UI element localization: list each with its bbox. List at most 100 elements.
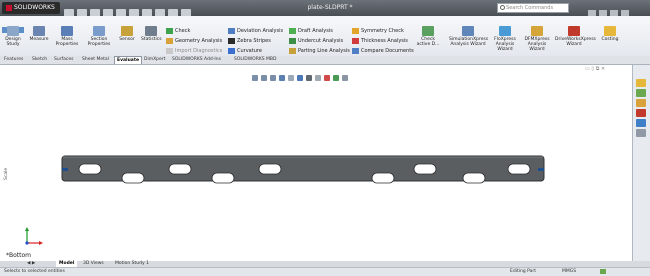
view-settings-icon[interactable] [342,75,348,81]
hide-show-items-icon[interactable] [315,75,321,81]
tab-features[interactable]: Features [2,56,25,64]
rebuild-status-icon [600,269,606,274]
deviation-analysis-button[interactable]: Deviation Analysis [228,27,283,35]
symmetry-check-icon [352,27,359,34]
thickness-analysis-button[interactable]: Thickness Analysis [352,37,408,45]
slot-hole[interactable] [371,172,395,184]
check-icon [166,27,173,34]
dfmxpress-button[interactable]: DFMXpress Analysis Wizard [522,26,552,52]
slot-hole[interactable] [413,163,437,175]
curvature-icon [228,47,235,54]
undercut-analysis-button[interactable]: Undercut Analysis [289,37,343,45]
symmetry-check-button[interactable]: Symmetry Check [352,27,404,35]
driveworksxpress-button[interactable]: DriveWorksXpress Wizard [555,26,596,47]
viewport-tile-icon[interactable]: ▯ [591,66,594,72]
previous-view-icon[interactable] [270,75,276,81]
driveworks-icon [568,26,580,36]
tab-evaluate[interactable]: Evaluate [114,56,143,64]
compare-documents-button[interactable]: Compare Documents [352,47,414,55]
zebra-stripes-icon [228,37,235,44]
import-diagnostics-icon [166,47,173,54]
tab-dimxpert[interactable]: DimXpert [142,56,167,64]
tab-solidworks-mbd[interactable]: SOLIDWORKS MBD [232,56,279,64]
file-explorer-icon[interactable] [636,99,646,107]
tab-surfaces[interactable]: Surfaces [52,56,76,64]
import-diagnostics-button[interactable]: Import Diagnostics [166,47,222,55]
graphics-area[interactable]: *Bottom [0,65,632,261]
dfmxpress-icon [531,26,543,36]
display-style-icon[interactable] [306,75,312,81]
costing-button[interactable]: Costing [597,26,623,42]
check-active-document-button[interactable]: Check active D... [415,26,441,47]
quick-access-toolbar [64,3,234,18]
statistics-icon [145,26,157,36]
simulation-icon [462,26,474,36]
design-study-icon [7,26,19,36]
check-button[interactable]: Check [166,27,190,35]
simulationxpress-button[interactable]: SimulationXpress Analysis Wizard [449,26,488,47]
window-controls [585,3,647,18]
geometry-analysis-button[interactable]: Geometry Analysis [166,37,222,45]
slot-hole[interactable] [78,163,102,175]
section-properties-icon [93,26,105,36]
statistics-button[interactable]: Statistics [141,26,162,42]
parting-line-analysis-icon [289,47,296,54]
view-orientation-label: *Bottom [6,252,31,259]
edit-appearance-icon[interactable] [324,75,330,81]
slot-hole[interactable] [507,163,531,175]
compare-documents-icon [352,47,359,54]
appearances-icon[interactable] [636,119,646,127]
viewport-minimize-icon[interactable]: ▭ [585,66,590,72]
dynamic-annotation-icon[interactable] [288,75,294,81]
slot-hole[interactable] [211,172,235,184]
slot-hole[interactable] [462,172,486,184]
view-orientation-icon[interactable] [297,75,303,81]
app-name: SOLIDWORKS [14,4,55,11]
zebra-stripes-button[interactable]: Zebra Stripes [228,37,271,45]
sensor-icon [121,26,133,36]
floxpress-button[interactable]: FloXpress Analysis Wizard [491,26,519,52]
ds-logo-icon [6,4,12,11]
viewport-side-label: Scale [4,167,9,180]
zoom-to-fit-icon[interactable] [252,75,258,81]
part-view: *Bottom [6,155,545,259]
section-properties-button[interactable]: Section Properties [87,26,111,47]
command-manager-tabs: Features Sketch Surfaces Sheet Metal Eva… [0,56,650,65]
apply-scene-icon[interactable] [333,75,339,81]
sensor-button[interactable]: Sensor [117,26,137,42]
search-commands-input[interactable]: Search Commands [497,3,569,13]
design-study-button[interactable]: Design Study [2,26,24,47]
measure-icon [33,26,45,36]
draft-analysis-button[interactable]: Draft Analysis [289,27,333,35]
section-view-icon[interactable] [279,75,285,81]
document-title: plate-SLDPRT * [307,4,353,11]
parting-line-analysis-button[interactable]: Parting Line Analysis [289,47,350,55]
mass-properties-button[interactable]: Mass Properties [55,26,79,47]
tab-sketch[interactable]: Sketch [30,56,49,64]
zoom-area-icon[interactable] [261,75,267,81]
solidworks-resources-icon[interactable] [636,79,646,87]
curvature-button[interactable]: Curvature [228,47,262,55]
viewport-restore-icon[interactable]: ⧉ [596,66,600,72]
measure-button[interactable]: Measure [28,26,50,42]
plate-left-marker [62,168,68,171]
tab-sheet-metal[interactable]: Sheet Metal [80,56,111,64]
floxpress-icon [499,26,511,36]
solidworks-logo[interactable]: SOLIDWORKS [2,2,60,14]
check-active-document-icon [422,26,434,36]
viewport-close-icon[interactable]: ✕ [601,66,605,72]
slot-hole[interactable] [258,163,282,175]
slot-hole[interactable] [168,163,192,175]
thickness-analysis-icon [352,37,359,44]
tab-solidworks-addins[interactable]: SOLIDWORKS Add-Ins [170,56,223,64]
view-palette-icon[interactable] [636,109,646,117]
design-library-icon[interactable] [636,89,646,97]
custom-properties-icon[interactable] [636,129,646,137]
heads-up-view-toolbar [252,66,402,81]
slot-hole[interactable] [121,172,145,184]
deviation-analysis-icon [228,27,235,34]
task-pane [632,65,650,261]
viewport-window-controls: ▭ ▯ ⧉ ✕ [585,66,629,73]
mass-properties-icon [61,26,73,36]
triad-icon [25,227,43,245]
